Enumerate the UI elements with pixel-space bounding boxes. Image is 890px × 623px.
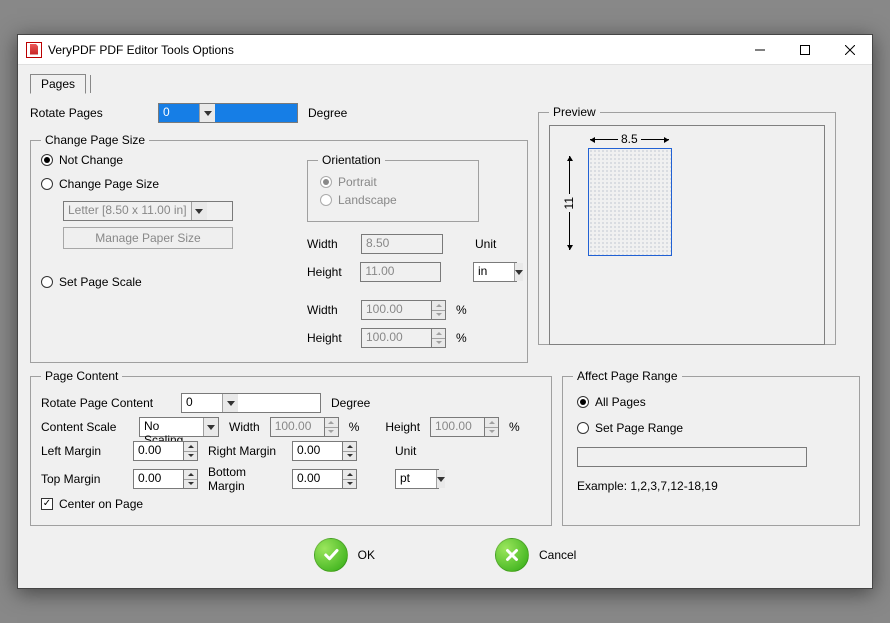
- rotate-pages-label: Rotate Pages: [30, 106, 130, 120]
- landscape-radio[interactable]: Landscape: [320, 193, 466, 207]
- app-icon: [26, 42, 42, 58]
- top-margin-label: Top Margin: [41, 472, 123, 486]
- margin-unit-select[interactable]: pt: [395, 469, 439, 489]
- right-margin-spinner[interactable]: 0.00: [292, 441, 357, 461]
- check-icon: [314, 538, 348, 572]
- chevron-down-icon: [199, 104, 215, 122]
- scale-height-spinner[interactable]: 100.00: [361, 328, 446, 348]
- close-button[interactable]: [827, 35, 872, 64]
- left-margin-spinner[interactable]: 0.00: [133, 441, 198, 461]
- page-range-input[interactable]: [577, 447, 807, 467]
- scale-width-label: Width: [307, 303, 351, 317]
- left-margin-label: Left Margin: [41, 444, 123, 458]
- set-page-scale-radio[interactable]: Set Page Scale: [41, 275, 297, 289]
- all-pages-radio[interactable]: All Pages: [577, 395, 845, 409]
- rotate-content-select[interactable]: 0: [181, 393, 321, 413]
- tab-separator: [90, 75, 91, 93]
- rotate-pages-select[interactable]: 0: [158, 103, 298, 123]
- maximize-button[interactable]: [782, 35, 827, 64]
- height-label: Height: [307, 265, 350, 279]
- manage-paper-size-button[interactable]: Manage Paper Size: [63, 227, 233, 249]
- tab-strip: Pages: [30, 73, 860, 93]
- change-page-size-legend: Change Page Size: [41, 133, 149, 147]
- page-height-input[interactable]: 11.00: [360, 262, 441, 282]
- scale-width-spinner[interactable]: 100.00: [361, 300, 446, 320]
- chevron-down-icon: [436, 470, 445, 488]
- content-scale-label: Content Scale: [41, 420, 129, 434]
- chevron-down-icon: [514, 263, 523, 281]
- unit-select[interactable]: in: [473, 262, 517, 282]
- titlebar: VeryPDF PDF Editor Tools Options: [18, 35, 872, 65]
- chevron-down-icon: [222, 394, 238, 412]
- change-page-size-radio[interactable]: Change Page Size: [41, 177, 297, 191]
- chevron-down-icon: [191, 202, 207, 220]
- bottom-margin-label: Bottom Margin: [208, 465, 282, 493]
- unit-label: Unit: [475, 237, 496, 251]
- window-title: VeryPDF PDF Editor Tools Options: [48, 43, 737, 57]
- orientation-group: Orientation Portrait Landscape: [307, 153, 479, 222]
- page-preview-icon: [588, 148, 672, 256]
- rotate-content-label: Rotate Page Content: [41, 396, 171, 410]
- tab-pages[interactable]: Pages: [30, 74, 86, 94]
- content-width-spinner[interactable]: 100.00: [270, 417, 339, 437]
- page-width-input[interactable]: 8.50: [361, 234, 443, 254]
- close-icon: [495, 538, 529, 572]
- minimize-button[interactable]: [737, 35, 782, 64]
- preview-canvas: 8.5 11: [549, 125, 825, 345]
- dialog-window: VeryPDF PDF Editor Tools Options Pages R…: [17, 34, 873, 589]
- change-page-size-group: Change Page Size Not Change Change Page …: [30, 133, 528, 363]
- ok-button[interactable]: OK: [314, 538, 375, 572]
- portrait-radio[interactable]: Portrait: [320, 175, 466, 189]
- scale-height-label: Height: [307, 331, 351, 345]
- right-margin-label: Right Margin: [208, 444, 282, 458]
- top-margin-spinner[interactable]: 0.00: [133, 469, 198, 489]
- paper-size-select[interactable]: Letter [8.50 x 11.00 in]: [63, 201, 233, 221]
- cancel-button[interactable]: Cancel: [495, 538, 576, 572]
- preview-group: Preview 8.5 11: [538, 105, 836, 345]
- width-label: Width: [307, 237, 351, 251]
- degree-label: Degree: [308, 106, 347, 120]
- bottom-margin-spinner[interactable]: 0.00: [292, 469, 357, 489]
- page-range-example: Example: 1,2,3,7,12-18,19: [577, 479, 845, 493]
- set-page-range-radio[interactable]: Set Page Range: [577, 421, 845, 435]
- margin-unit-label: Unit: [395, 444, 416, 458]
- not-change-radio[interactable]: Not Change: [41, 153, 297, 167]
- page-content-group: Page Content Rotate Page Content 0 Degre…: [30, 369, 552, 526]
- center-on-page-checkbox[interactable]: Center on Page: [41, 497, 143, 511]
- chevron-down-icon: [203, 418, 218, 436]
- affect-page-range-group: Affect Page Range All Pages Set Page Ran…: [562, 369, 860, 526]
- content-height-spinner[interactable]: 100.00: [430, 417, 499, 437]
- content-scale-select[interactable]: No Scaling: [139, 417, 219, 437]
